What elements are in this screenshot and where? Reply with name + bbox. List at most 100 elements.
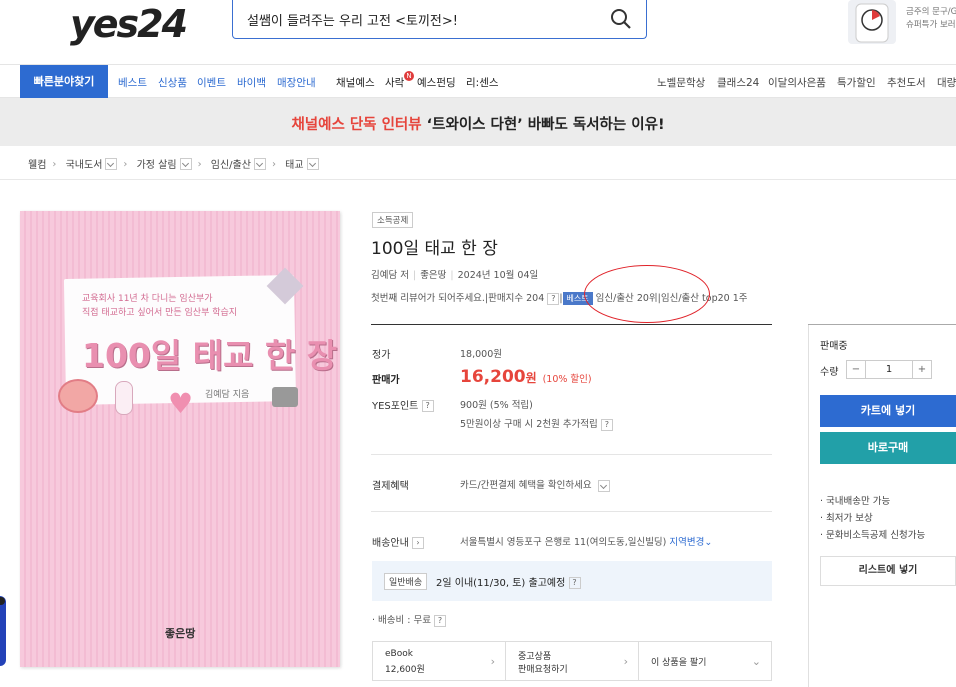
add-to-list-button[interactable]: 리스트에 넣기 bbox=[820, 556, 956, 586]
cover-publisher: 좋은땅 bbox=[165, 627, 196, 640]
floating-widget[interactable] bbox=[0, 596, 6, 666]
yes-point-extra-text: 5만원이상 구매 시 2천원 추가적립 bbox=[460, 419, 598, 430]
author-link[interactable]: 김예담 저 bbox=[371, 270, 409, 281]
publisher-link[interactable]: 좋은땅 bbox=[420, 270, 446, 281]
search-bar[interactable] bbox=[232, 0, 647, 39]
divider bbox=[0, 179, 956, 180]
quantity-label: 수량 bbox=[820, 367, 839, 378]
help-icon[interactable]: ? bbox=[600, 418, 613, 431]
delivery-label: 배송안내 › bbox=[372, 534, 424, 549]
event-banner[interactable]: 채널예스 단독 인터뷰 ‘트와이스 다현’ 바빠도 독서하는 이유! bbox=[0, 98, 956, 146]
chevron-down-icon: ⌄ bbox=[751, 655, 761, 668]
search-icon[interactable] bbox=[610, 8, 632, 30]
cover-subtitle-1: 교육회사 11년 차 다니는 임산부가 bbox=[82, 294, 213, 304]
breadcrumb-separator: › bbox=[197, 158, 202, 170]
nav-buyback[interactable]: 바이백 bbox=[237, 75, 266, 90]
book-title: 100일 태교 한 장 bbox=[371, 239, 498, 259]
nav-recommend[interactable]: 추천도서 bbox=[887, 75, 926, 90]
sidebar-top-divider bbox=[808, 324, 956, 325]
sale-price-value: 16,200 bbox=[460, 367, 526, 387]
cover-subtitle-2: 직접 태교하고 싶어서 만든 임산부 학습지 bbox=[82, 308, 238, 318]
yes24-logo[interactable]: yes24 bbox=[70, 2, 188, 46]
breadcrumb-prenatal[interactable]: 태교 bbox=[285, 156, 303, 171]
cover-title: 100일 태교 한 장 bbox=[82, 336, 338, 375]
nav-yes-funding[interactable]: 예스펀딩 bbox=[417, 75, 456, 90]
chevron-down-icon[interactable] bbox=[253, 157, 266, 170]
yes-point-extra: 5만원이상 구매 시 2천원 추가적립 ? bbox=[460, 416, 613, 431]
buy-now-button[interactable]: 바로구매 bbox=[820, 432, 956, 464]
review-link[interactable]: 첫번째 리뷰어가 되어주세요. bbox=[371, 293, 485, 304]
promo-text[interactable]: 금주의 문구/G 슈퍼특가 보러 bbox=[906, 6, 956, 32]
quantity-decrease-button[interactable]: − bbox=[846, 360, 866, 379]
baby-bottle-icon bbox=[115, 381, 133, 415]
breadcrumb: 웰컴 › 국내도서 › 가정 살림 › 임신/출산 › 태교 bbox=[28, 156, 319, 171]
sell-product-box[interactable]: 이 상품을 팔기 ⌄ bbox=[638, 641, 772, 681]
divider bbox=[371, 454, 772, 455]
note-culture-deduction[interactable]: · 문화비소득공제 신청가능 bbox=[820, 527, 925, 541]
nav-gift[interactable]: 이달의사은품 bbox=[768, 75, 826, 90]
book-cover[interactable]: 교육회사 11년 차 다니는 임산부가 직접 태교하고 싶어서 만든 임산부 학… bbox=[20, 211, 340, 667]
breadcrumb-domestic[interactable]: 국내도서 bbox=[66, 156, 103, 171]
help-icon[interactable]: ? bbox=[568, 577, 581, 589]
shipping-type-tag: 일반배송 bbox=[384, 573, 428, 590]
promo-clock-image[interactable] bbox=[848, 0, 896, 44]
help-icon[interactable]: ? bbox=[547, 292, 560, 305]
sell-label: 이 상품을 팔기 bbox=[651, 658, 707, 668]
chevron-right-icon: › bbox=[490, 655, 495, 668]
red-annotation-circle bbox=[584, 265, 710, 323]
nav-discount[interactable]: 특가할인 bbox=[837, 75, 876, 90]
clock-icon bbox=[855, 3, 889, 43]
chevron-right-icon[interactable]: › bbox=[412, 537, 424, 549]
banner-text: 채널예스 단독 인터뷰 ‘트와이스 다현’ 바빠도 독서하는 이유! bbox=[0, 113, 956, 134]
sidebar-divider bbox=[808, 324, 809, 687]
sales-index: 판매지수 204 bbox=[488, 293, 545, 304]
nav-store[interactable]: 매장안내 bbox=[277, 75, 316, 90]
ultrasound-icon bbox=[272, 387, 298, 407]
sale-status: 판매중 bbox=[820, 341, 848, 352]
benefit-value[interactable]: 카드/간편결제 혜택을 확인하세요 bbox=[460, 477, 610, 492]
breadcrumb-home[interactable]: 웰컴 bbox=[28, 156, 46, 171]
search-input[interactable] bbox=[247, 8, 597, 30]
ebook-label: eBook bbox=[385, 649, 413, 659]
new-badge: N bbox=[404, 71, 414, 81]
nav-nobel[interactable]: 노벨문학상 bbox=[657, 75, 705, 90]
nav-channel-yes[interactable]: 채널예스 bbox=[336, 75, 375, 90]
baby-icon bbox=[58, 379, 98, 413]
divider bbox=[371, 511, 772, 512]
used-product-box[interactable]: 중고상품 판매요청하기 › bbox=[505, 641, 638, 681]
banner-rest: ‘트와이스 다현’ 바빠도 독서하는 이유! bbox=[421, 117, 665, 133]
ebook-box[interactable]: eBook 12,600원 › bbox=[372, 641, 505, 681]
chevron-down-icon[interactable] bbox=[179, 157, 192, 170]
delivery-label-text: 배송안내 bbox=[372, 538, 409, 549]
note-lowest-price[interactable]: · 최저가 보상 bbox=[820, 510, 873, 524]
chevron-down-icon[interactable] bbox=[306, 157, 319, 170]
help-icon[interactable]: ? bbox=[421, 400, 434, 412]
sale-price: 16,200원 (10% 할인) bbox=[460, 367, 592, 387]
income-deduction-badge: 소득공제 bbox=[372, 212, 414, 228]
nav-best[interactable]: 베스트 bbox=[118, 75, 147, 90]
nav-bulk[interactable]: 대량 bbox=[937, 75, 956, 90]
add-to-cart-button[interactable]: 카트에 넣기 bbox=[820, 395, 956, 427]
nav-sarak[interactable]: 사락 bbox=[385, 75, 404, 90]
nav-class24[interactable]: 클래스24 bbox=[717, 75, 759, 90]
chevron-down-icon[interactable] bbox=[105, 157, 118, 170]
yes-point-value: 900원 (5% 적립) bbox=[460, 400, 533, 411]
nav-event[interactable]: 이벤트 bbox=[197, 75, 226, 90]
nav-new[interactable]: 신상품 bbox=[158, 75, 187, 90]
quantity-increase-button[interactable]: + bbox=[912, 360, 932, 379]
breadcrumb-separator: › bbox=[52, 158, 57, 170]
nav-license[interactable]: 리:센스 bbox=[466, 75, 499, 90]
delivery-address: 서울특별시 영등포구 은행로 11(여의도동,일신빌딩) 지역변경⌄ bbox=[460, 534, 712, 548]
breadcrumb-pregnancy[interactable]: 임신/출산 bbox=[211, 156, 251, 171]
promo-line-1: 금주의 문구/G bbox=[906, 7, 956, 17]
breadcrumb-home-living[interactable]: 가정 살림 bbox=[137, 156, 177, 171]
shipping-fee-text: · 배송비 : 무료 bbox=[372, 615, 431, 626]
shipping-eta-text: 2일 이내(11/30, 토) 출고예정 bbox=[436, 578, 566, 589]
help-icon[interactable]: ? bbox=[434, 614, 447, 627]
breadcrumb-separator: › bbox=[271, 158, 276, 170]
change-region-link[interactable]: 지역변경 bbox=[669, 537, 704, 548]
quick-category-button[interactable]: 빠른분야찾기 bbox=[20, 65, 108, 99]
quantity-input[interactable]: 1 bbox=[865, 360, 913, 379]
banner-highlight: 채널예스 단독 인터뷰 bbox=[291, 117, 422, 133]
chevron-down-icon[interactable] bbox=[597, 479, 610, 492]
